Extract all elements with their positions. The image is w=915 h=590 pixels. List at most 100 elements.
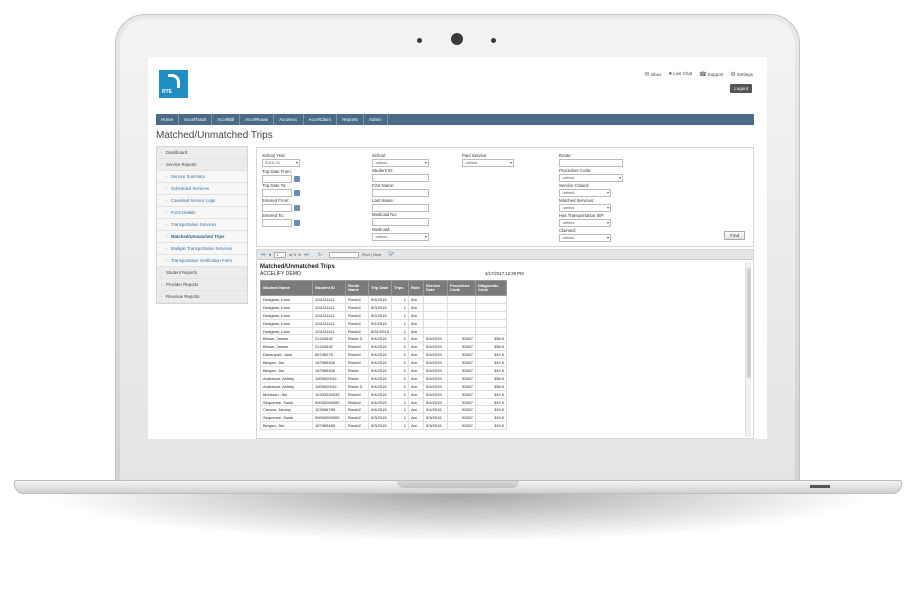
sidebar-item-student-reports[interactable]: Student Reports — [157, 267, 247, 279]
has-transportation-iep-select[interactable]: -select- — [559, 219, 611, 227]
sidebar-item-scheduled-services[interactable]: Scheduled Services — [157, 183, 247, 195]
table-cell: Hodgens, Liam — [260, 326, 313, 336]
topnav-settings[interactable]: ⚙Settings — [730, 71, 753, 78]
entered-to-input[interactable] — [262, 219, 292, 227]
table-cell: 9/4/2015 — [368, 358, 392, 368]
medicaid-no-input[interactable] — [372, 218, 429, 226]
sidebar-item-provider-reports[interactable]: Provider Reports — [157, 279, 247, 291]
export-icon[interactable]: 🖫▾ — [388, 251, 394, 259]
school-select[interactable]: -select- — [372, 159, 429, 167]
first-page-icon[interactable]: ⏮ — [261, 252, 266, 258]
table-cell: Brown, James — [260, 334, 313, 344]
sidebar-item-matched-unmatched-trips[interactable]: Matched/Unmatched Trips — [157, 231, 247, 243]
school-year-select[interactable]: 2015-16 — [262, 159, 300, 167]
student-id-input[interactable] — [372, 174, 429, 182]
column-header[interactable]: Procedure Code — [447, 280, 476, 296]
trip-date-to-input[interactable] — [262, 189, 292, 197]
table-cell: 1000000011 — [312, 381, 346, 391]
topnav-live-chat[interactable]: ●Live Chat — [668, 71, 692, 78]
medicaid-field: Medicaid: -select- — [372, 227, 429, 241]
find-button[interactable]: Find — [724, 231, 745, 240]
support-icon: ☎ — [699, 72, 707, 78]
column-header[interactable]: Trips — [391, 280, 409, 296]
prev-page-icon[interactable]: ◂ — [269, 252, 272, 258]
sidebar-item-dashboard[interactable]: Dashboard — [157, 147, 247, 159]
column-header[interactable]: Trip Date — [368, 280, 392, 296]
sidebar-item-service-summary[interactable]: Service Summary — [157, 171, 247, 183]
service-closed-select[interactable]: -select- — [559, 189, 611, 197]
table-cell: 1 — [391, 381, 409, 391]
menu-item-admin[interactable]: Admin — [364, 114, 388, 125]
calendar-icon[interactable] — [294, 190, 300, 196]
topnav-label: Inbox — [650, 72, 662, 77]
column-header[interactable]: Route Name — [345, 280, 369, 296]
table-cell: Route2 — [345, 413, 369, 423]
laptop-screen: RTE ✉Inbox ●Live Chat ☎Support ⚙Settings Lo… — [148, 57, 767, 439]
calendar-icon[interactable] — [294, 220, 300, 226]
table-cell — [475, 295, 507, 304]
sidebar-item-service-reports[interactable]: Service Reports — [157, 159, 247, 171]
table-cell — [447, 318, 476, 328]
sidebar-item-transportation-services[interactable]: Transportation Services — [157, 219, 247, 231]
table-cell — [423, 310, 448, 320]
procedure-code-select[interactable]: -select- — [559, 174, 623, 182]
column-header[interactable]: Student Name — [260, 280, 313, 296]
column-header[interactable]: Ride — [408, 280, 424, 296]
menu-item-home[interactable]: Home — [156, 114, 180, 125]
find-next-link[interactable]: Find | Next — [362, 252, 381, 257]
sidebar-item-multiple-transportation-services[interactable]: Multiple Transportation Services — [157, 243, 247, 255]
calendar-icon[interactable] — [294, 176, 300, 182]
table-cell: 8/31/2015 — [368, 326, 392, 336]
claimed-select[interactable]: -select- — [559, 234, 611, 242]
sidebar-item-caseload-service-logs[interactable]: Caseload Service Logs — [157, 195, 247, 207]
route-input[interactable] — [559, 159, 623, 167]
table-cell: 92507 — [447, 342, 476, 352]
menu-item-accelbill[interactable]: AccelBill — [212, 114, 241, 125]
last-page-icon[interactable]: ⏭ — [304, 252, 309, 258]
menu-item-accelroute[interactable]: AccelRoute — [240, 114, 275, 125]
top-utility-nav: ✉Inbox ●Live Chat ☎Support ⚙Settings — [644, 71, 753, 78]
table-row: Hodgens, Liam 1111111111 Route2 9/2/2015 1 Am — [260, 310, 507, 320]
menu-item-accelacc[interactable]: AccelAcc — [274, 114, 304, 125]
menu-item-acceltrack[interactable]: AccelTrack — [179, 114, 213, 125]
trip-date-from-input[interactable] — [262, 175, 292, 183]
table-cell: 9/4/2015 — [423, 373, 448, 383]
last-name-input[interactable] — [372, 204, 429, 212]
report-search-input[interactable] — [328, 251, 359, 258]
page-number-input[interactable]: 1 — [274, 251, 287, 258]
table-cell: 343.9 — [475, 413, 507, 423]
table-cell: 92507 — [447, 389, 476, 399]
matched-services-select[interactable]: -select- — [559, 204, 611, 212]
table-cell: 65746275 — [312, 350, 346, 360]
table-cell: Am — [408, 389, 424, 399]
entered-from-input[interactable] — [262, 204, 292, 212]
logout-button[interactable]: Logout — [730, 84, 752, 93]
table-row: Andreson, Ashley 1000000011 Route 3 9/4/201… — [260, 381, 507, 391]
sidebar-item-revenue-reports[interactable]: Revenue Reports — [157, 291, 247, 303]
column-header[interactable]: Diagnostic Code — [475, 280, 507, 296]
sidebar-item-form-details[interactable]: Form Details — [157, 207, 247, 219]
rte-logo[interactable]: RTE — [159, 70, 188, 98]
paid-service-select[interactable]: -select- — [462, 159, 514, 167]
column-header[interactable]: Student ID — [312, 280, 346, 296]
table-cell: 92507 — [447, 381, 476, 391]
menu-item-reports[interactable]: Reports — [337, 114, 364, 125]
table-cell: 9/4/2015 — [368, 389, 392, 399]
table-cell: 9/4/2015 — [368, 405, 392, 415]
menu-item-accelclaim[interactable]: AccelClaim — [304, 114, 338, 125]
scroll-thumb[interactable] — [747, 268, 751, 378]
topnav-inbox[interactable]: ✉Inbox — [644, 71, 661, 78]
column-header[interactable]: Service Date — [423, 280, 448, 296]
calendar-icon[interactable] — [294, 205, 300, 211]
next-page-icon[interactable]: ▸ — [299, 252, 302, 258]
table-cell: 187965465 — [312, 421, 346, 431]
table-cell: 1 — [391, 310, 409, 320]
medicaid-select[interactable]: -select- — [372, 233, 429, 241]
report-scrollbar[interactable] — [745, 262, 751, 437]
first-name-input[interactable] — [372, 189, 429, 197]
topnav-support[interactable]: ☎Support — [699, 71, 723, 78]
refresh-icon[interactable]: ↻ — [318, 252, 322, 258]
table-cell: 358.9 — [475, 381, 507, 391]
table-cell: 92507 — [447, 366, 476, 375]
sidebar-item-transportation-verification-form[interactable]: Transportation Verification Form — [157, 255, 247, 267]
